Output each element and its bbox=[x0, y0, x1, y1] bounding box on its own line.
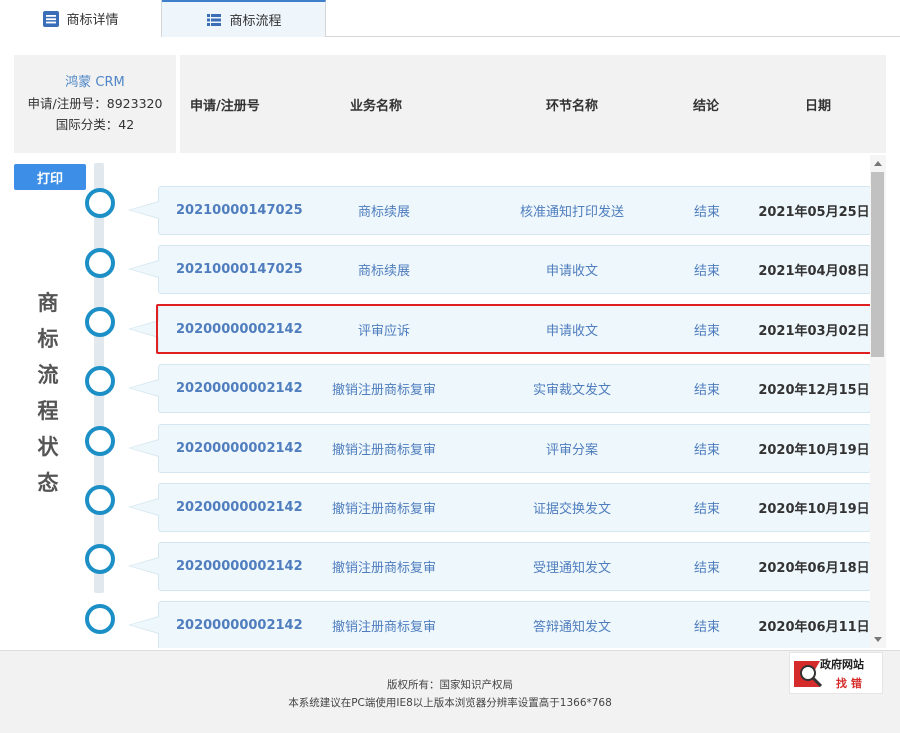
column-header-date: 日期 bbox=[805, 98, 832, 114]
document-list-icon bbox=[42, 10, 60, 28]
row-step-name: 核准通知打印发送 bbox=[519, 205, 624, 220]
row-business-name: 商标续展 bbox=[357, 264, 410, 279]
scrollbar-thumb[interactable] bbox=[871, 172, 884, 357]
row-date: 2020年12月15日 bbox=[758, 383, 870, 398]
row-conclusion: 结束 bbox=[693, 561, 720, 576]
table-row: 20210000147025 商标续展 核准通知打印发送 结束 2021年05月… bbox=[128, 186, 870, 235]
row-conclusion: 结束 bbox=[693, 205, 720, 220]
copyright-text: 版权所有：国家知识产权局 bbox=[387, 679, 513, 691]
row-business-name: 撤销注册商标复审 bbox=[332, 383, 437, 398]
row-conclusion: 结束 bbox=[693, 383, 720, 398]
registration-number: 申请/注册号：8923320 bbox=[27, 96, 163, 111]
row-date: 2021年05月25日 bbox=[758, 205, 870, 220]
table-row: 20200000002142 撤销注册商标复审 答辩通知发文 结束 2020年0… bbox=[128, 601, 870, 648]
row-step-name: 答辩通知发文 bbox=[532, 620, 611, 635]
row-conclusion: 结束 bbox=[693, 620, 720, 635]
footer: 版权所有：国家知识产权局 本系统建议在PC端使用IE8以上版本浏览器分辨率设置高… bbox=[0, 650, 900, 733]
table-header: 申请/注册号 业务名称 环节名称 结论 日期 bbox=[180, 55, 886, 153]
international-class: 国际分类：42 bbox=[55, 117, 135, 132]
timeline-node bbox=[85, 248, 115, 278]
row-reg-number[interactable]: 20200000002142 bbox=[176, 602, 303, 648]
trademark-name: 鸿蒙 CRM bbox=[65, 75, 125, 90]
row-conclusion: 结束 bbox=[693, 443, 720, 458]
row-step-name: 申请收文 bbox=[545, 264, 598, 279]
table-list-icon bbox=[205, 11, 223, 29]
row-business-name: 撤销注册商标复审 bbox=[332, 502, 437, 517]
row-step-name: 受理通知发文 bbox=[532, 561, 611, 576]
scroll-up-arrow-icon[interactable] bbox=[874, 161, 882, 166]
badge-action: 找 错 bbox=[836, 677, 862, 690]
highlighted-row-box bbox=[156, 304, 870, 354]
scrollbar[interactable] bbox=[870, 155, 886, 648]
row-date: 2020年10月19日 bbox=[758, 443, 870, 458]
row-reg-number[interactable]: 20200000002142 bbox=[176, 543, 303, 590]
row-step-name: 实审裁文发文 bbox=[532, 383, 611, 398]
timeline-node bbox=[85, 485, 115, 515]
column-header-business-name: 业务名称 bbox=[350, 98, 403, 114]
row-business-name: 商标续展 bbox=[357, 205, 410, 220]
row-date: 2020年06月18日 bbox=[758, 561, 870, 576]
badge-title: 政府网站 bbox=[820, 658, 864, 671]
trademark-info-box: 鸿蒙 CRM 申请/注册号：8923320 国际分类：42 bbox=[14, 55, 176, 153]
timeline-node bbox=[85, 604, 115, 634]
row-reg-number[interactable]: 20200000002142 bbox=[176, 365, 303, 412]
table-row: 20200000002142 撤销注册商标复审 评审分案 结束 2020年10月… bbox=[128, 424, 870, 473]
row-reg-number[interactable]: 20200000002142 bbox=[176, 484, 303, 531]
row-conclusion: 结束 bbox=[693, 264, 720, 279]
process-timeline[interactable]: 20210000147025 商标续展 核准通知打印发送 结束 2021年05月… bbox=[0, 153, 870, 648]
tab-trademark-process[interactable]: 商标流程 bbox=[162, 0, 326, 37]
row-step-name: 证据交换发文 bbox=[532, 502, 611, 517]
row-step-name: 评审分案 bbox=[545, 443, 598, 458]
table-row: 20200000002142 撤销注册商标复审 实审裁文发文 结束 2020年1… bbox=[128, 364, 870, 413]
row-reg-number[interactable]: 20200000002142 bbox=[176, 425, 303, 472]
row-business-name: 撤销注册商标复审 bbox=[332, 561, 437, 576]
column-header-reg-number: 申请/注册号 bbox=[190, 98, 260, 114]
browser-recommendation-text: 本系统建议在PC端使用IE8以上版本浏览器分辨率设置高于1366*768 bbox=[288, 697, 612, 709]
row-date: 2021年04月08日 bbox=[758, 264, 870, 279]
tab-bar: 商标详情 商标流程 bbox=[0, 0, 900, 37]
timeline-node bbox=[85, 188, 115, 218]
column-header-step-name: 环节名称 bbox=[546, 98, 599, 114]
timeline-node bbox=[85, 544, 115, 574]
table-row: 20210000147025 商标续展 申请收文 结束 2021年04月08日 bbox=[128, 245, 870, 294]
timeline-node bbox=[85, 366, 115, 396]
table-row: 20200000002142 撤销注册商标复审 证据交换发文 结束 2020年1… bbox=[128, 483, 870, 532]
column-header-conclusion: 结论 bbox=[693, 98, 720, 114]
tab-label: 商标详情 bbox=[66, 13, 119, 28]
row-reg-number[interactable]: 20210000147025 bbox=[176, 246, 303, 293]
row-date: 2020年06月11日 bbox=[758, 620, 870, 635]
table-row: 20200000002142 撤销注册商标复审 受理通知发文 结束 2020年0… bbox=[128, 542, 870, 591]
gov-site-error-report-badge[interactable]: 政府网站 找 错 bbox=[789, 652, 883, 694]
row-business-name: 撤销注册商标复审 bbox=[332, 620, 437, 635]
timeline-node bbox=[85, 307, 115, 337]
row-date: 2020年10月19日 bbox=[758, 502, 870, 517]
row-conclusion: 结束 bbox=[693, 502, 720, 517]
row-business-name: 撤销注册商标复审 bbox=[332, 443, 437, 458]
tab-label: 商标流程 bbox=[229, 14, 282, 29]
scroll-down-arrow-icon[interactable] bbox=[874, 637, 882, 642]
tab-trademark-details[interactable]: 商标详情 bbox=[0, 0, 162, 37]
timeline-node bbox=[85, 426, 115, 456]
row-reg-number[interactable]: 20210000147025 bbox=[176, 187, 303, 234]
